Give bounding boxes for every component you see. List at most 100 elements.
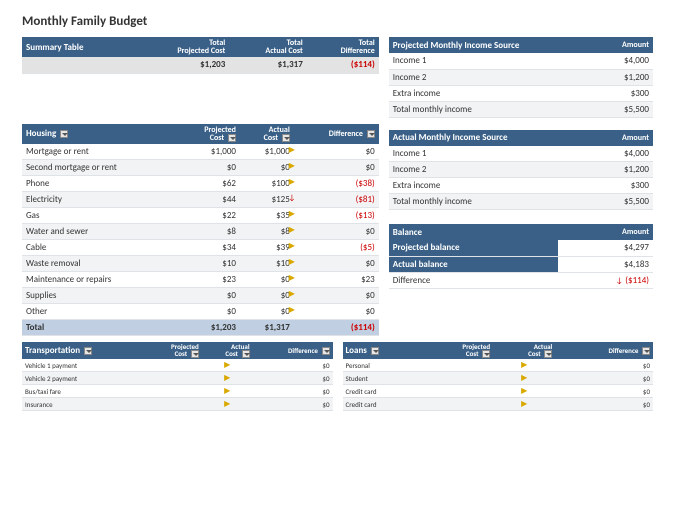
row-act: $39 ▶: [240, 240, 294, 256]
arrow-right-icon: ▶: [288, 225, 296, 235]
arrow-right-icon: ▶: [288, 273, 296, 283]
arrow-right-icon: ▶: [223, 360, 231, 370]
row-name: Total monthly income: [389, 194, 595, 210]
row-name: Credit card: [343, 385, 424, 398]
bal-row-name: Projected balance: [389, 240, 559, 256]
col-diff: TotalDifference: [307, 37, 379, 57]
col-act: ActualCost: [240, 124, 294, 144]
arrow-right-icon: ▶: [288, 289, 296, 299]
summary-diff: ($114): [307, 57, 379, 73]
row-name: Waste removal: [22, 256, 177, 272]
row-name: Credit card: [343, 398, 424, 411]
row-act: $8 ▶: [240, 224, 294, 240]
row-name: Water and sewer: [22, 224, 177, 240]
row-diff: $0: [294, 144, 379, 160]
summary-table: Summary Table TotalProjected Cost TotalA…: [22, 37, 379, 74]
arrow-right-icon: ▶: [223, 399, 231, 409]
filter-icon[interactable]: [191, 350, 199, 358]
col-proj: ProjectedCost: [177, 124, 239, 144]
row-proj: $8: [177, 224, 239, 240]
row-name: Phone: [22, 176, 177, 192]
act-income-table: Actual Monthly Income Source Amount Inco…: [389, 130, 653, 211]
row-val: $4,000: [594, 146, 653, 162]
row-proj: $23: [177, 272, 239, 288]
arrow-right-icon: ▶: [223, 373, 231, 383]
arrow-right-icon: ▶: [288, 161, 296, 171]
row-act: $10 ▶: [240, 256, 294, 272]
row-name: Extra income: [389, 85, 599, 101]
row-name: Extra income: [389, 178, 595, 194]
filter-icon[interactable]: [367, 130, 375, 138]
housing-label: Housing: [22, 124, 177, 144]
arrow-right-icon: ▶: [288, 177, 296, 187]
row-diff: $0: [294, 288, 379, 304]
row-name: Student: [343, 372, 424, 385]
loans-label: Loans: [343, 342, 424, 359]
row-proj: $0: [177, 304, 239, 320]
row-diff: $0: [253, 398, 333, 411]
row-diff: ($13): [294, 208, 379, 224]
filter-icon[interactable]: [84, 347, 92, 355]
amount-label: Amount: [594, 130, 653, 146]
filter-icon[interactable]: [482, 350, 490, 358]
row-act: $100 ▶: [240, 176, 294, 192]
col-proj: TotalProjected Cost: [134, 37, 229, 57]
arrow-right-icon: ▶: [520, 373, 528, 383]
proj-income-label: Projected Monthly Income Source: [389, 37, 599, 53]
row-diff: $0: [294, 224, 379, 240]
row-act: $0 ▶: [240, 160, 294, 176]
filter-icon[interactable]: [60, 130, 68, 138]
bal-row-name: Actual balance: [389, 256, 559, 272]
row-val: $1,200: [594, 162, 653, 178]
filter-icon[interactable]: [242, 350, 250, 358]
act-income-label: Actual Monthly Income Source: [389, 130, 595, 146]
col-act: TotalActual Cost: [229, 37, 307, 57]
row-diff: $0: [253, 385, 333, 398]
row-diff: $0: [253, 372, 333, 385]
filter-icon[interactable]: [282, 134, 290, 142]
arrow-right-icon: ▶: [520, 399, 528, 409]
bal-row-val: $4,297: [558, 240, 653, 256]
arrow-right-icon: ▶: [288, 257, 296, 267]
row-name: Vehicle 2 payment: [22, 372, 145, 385]
row-val: $5,500: [599, 101, 653, 117]
bal-row-val: ↓ ($114): [558, 272, 653, 288]
row-name: Income 1: [389, 146, 595, 162]
row-name: Income 2: [389, 69, 599, 85]
row-act: $1,000 ▶: [240, 144, 294, 160]
filter-icon[interactable]: [642, 347, 650, 355]
row-name: Gas: [22, 208, 177, 224]
arrow-right-icon: ▶: [223, 386, 231, 396]
row-name: Total monthly income: [389, 101, 599, 117]
row-proj: $1,000: [177, 144, 239, 160]
row-name: Personal: [343, 359, 424, 372]
row-proj: $0: [177, 160, 239, 176]
filter-icon[interactable]: [371, 347, 379, 355]
filter-icon[interactable]: [228, 134, 236, 142]
row-act: $35 ▶: [240, 208, 294, 224]
row-val: $300: [594, 178, 653, 194]
bal-row-name: Difference: [389, 272, 559, 288]
row-name: Insurance: [22, 398, 145, 411]
filter-icon[interactable]: [322, 347, 330, 355]
row-diff: $0: [555, 372, 653, 385]
row-name: Other: [22, 304, 177, 320]
row-name: Vehicle 1 payment: [22, 359, 145, 372]
arrow-right-icon: ▶: [288, 305, 296, 315]
arrow-down-icon: ↓: [615, 276, 623, 286]
row-act: $0 ▶: [240, 304, 294, 320]
transport-table: Transportation ProjectedCost ActualCost …: [22, 342, 333, 411]
row-diff: $23: [294, 272, 379, 288]
amount-label: Amount: [558, 224, 653, 240]
row-diff: $0: [253, 359, 333, 372]
filter-icon[interactable]: [544, 350, 552, 358]
arrow-right-icon: ▶: [288, 145, 296, 155]
row-name: Mortgage or rent: [22, 144, 177, 160]
row-val: $5,500: [594, 194, 653, 210]
row-diff: ($38): [294, 176, 379, 192]
loans-table: Loans ProjectedCost ActualCost Differenc…: [343, 342, 654, 411]
row-name: Bus/taxi fare: [22, 385, 145, 398]
row-diff: $0: [294, 256, 379, 272]
row-act: $0 ▶: [240, 288, 294, 304]
row-proj: $44: [177, 192, 239, 208]
